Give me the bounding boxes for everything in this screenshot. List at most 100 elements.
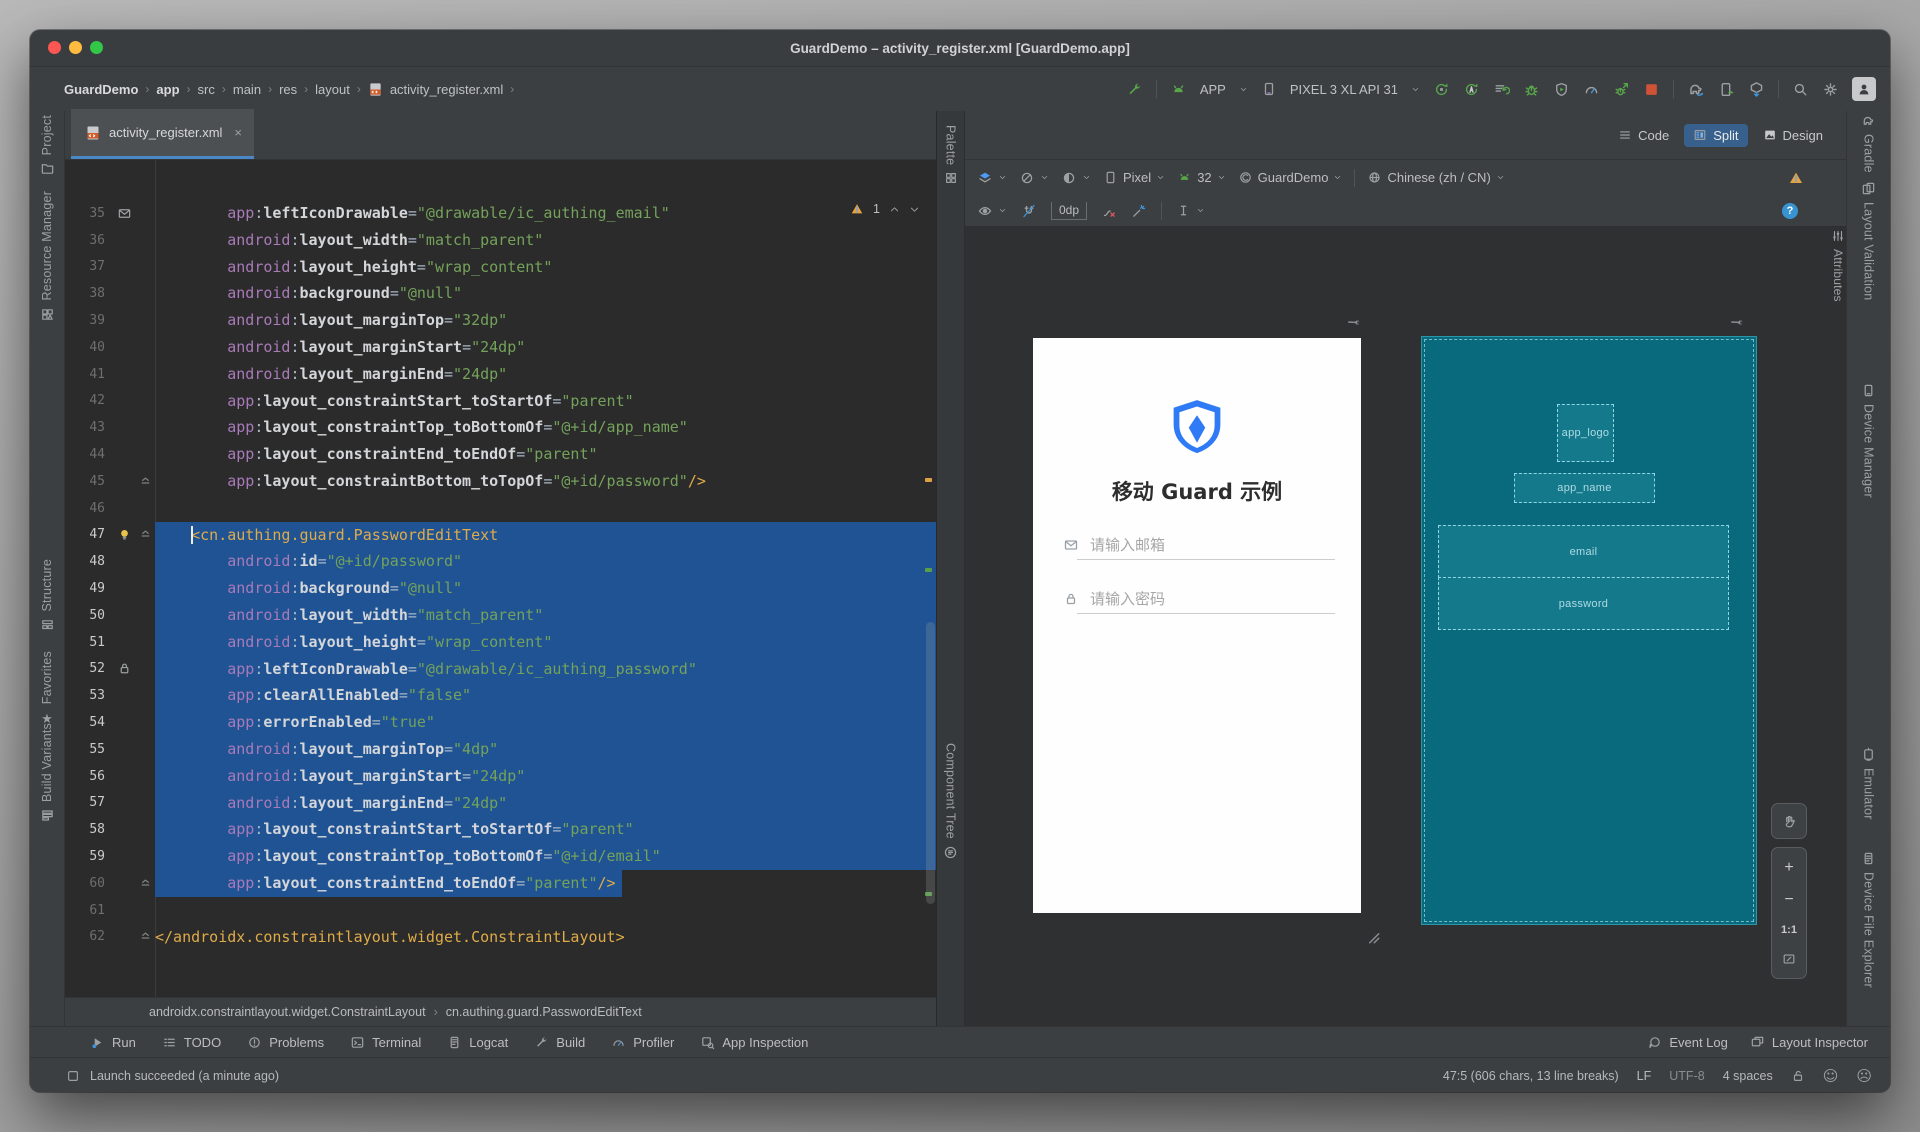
- code-line-57[interactable]: 57 android:layout_marginEnd="24dp": [65, 790, 936, 817]
- code-line-39[interactable]: 39 android:layout_marginTop="32dp": [65, 307, 936, 334]
- code-line-43[interactable]: 43 app:layout_constraintTop_toBottomOf="…: [65, 414, 936, 441]
- zoom-to-fit-icon[interactable]: [1782, 952, 1796, 966]
- code-line-44[interactable]: 44 app:layout_constraintEnd_toEndOf="par…: [65, 441, 936, 468]
- code-line-56[interactable]: 56 android:layout_marginStart="24dp": [65, 763, 936, 790]
- mode-design[interactable]: Design: [1754, 124, 1832, 147]
- breadcrumb-item[interactable]: main: [233, 82, 261, 97]
- toolwindow-problems[interactable]: Problems: [247, 1035, 324, 1050]
- settings-gear-icon[interactable]: [1822, 81, 1839, 98]
- profile-app-button-icon[interactable]: [1613, 81, 1630, 98]
- device-manager-button-icon[interactable]: [1718, 81, 1735, 98]
- blueprint-app-logo[interactable]: app_logo: [1557, 404, 1614, 462]
- component-tree-tab[interactable]: Component Tree: [937, 743, 964, 860]
- run-configuration-select[interactable]: APP: [1200, 82, 1226, 97]
- orientation-select[interactable]: [1019, 170, 1049, 186]
- debug-button-icon[interactable]: [1523, 81, 1540, 98]
- unlock-icon[interactable]: [1791, 1069, 1805, 1083]
- surface-select[interactable]: [977, 170, 1007, 186]
- status-message[interactable]: Launch succeeded (a minute ago): [90, 1069, 279, 1083]
- breadcrumb-item[interactable]: activity_register.xml: [390, 82, 503, 97]
- code-line-47[interactable]: 47 <cn.authing.guard.PasswordEditText: [65, 522, 936, 549]
- preview-email-field[interactable]: 请输入邮箱: [1063, 534, 1335, 555]
- code-line-41[interactable]: 41 android:layout_marginEnd="24dp": [65, 361, 936, 388]
- code-line-52[interactable]: 52 app:leftIconDrawable="@drawable/ic_au…: [65, 656, 936, 683]
- tab-activity-register-xml[interactable]: activity_register.xml ×: [71, 109, 254, 159]
- code-line-62[interactable]: 62</androidx.constraintlayout.widget.Con…: [65, 924, 936, 951]
- lock-gutter-icon[interactable]: [113, 661, 135, 676]
- inspection-widget[interactable]: 1: [850, 202, 920, 216]
- sidebar-item-resource-manager[interactable]: Resource Manager: [30, 191, 64, 322]
- user-avatar[interactable]: [1852, 77, 1876, 101]
- clear-constraints-icon[interactable]: [1101, 203, 1117, 219]
- locale-select[interactable]: Chinese (zh / CN): [1367, 170, 1504, 185]
- apply-changes-button-icon[interactable]: [1463, 81, 1480, 98]
- code-line-48[interactable]: 48 android:id="@+id/password": [65, 548, 936, 575]
- warning-stripe-mark[interactable]: [925, 478, 932, 482]
- resize-handle-icon[interactable]: [1363, 927, 1381, 945]
- attach-profiler-button-icon[interactable]: [1553, 81, 1570, 98]
- code-line-60[interactable]: 60 app:layout_constraintEnd_toEndOf="par…: [65, 870, 936, 897]
- zoom-in-button[interactable]: +: [1784, 860, 1793, 876]
- sidebar-item-emulator[interactable]: Emulator: [1847, 747, 1890, 820]
- breadcrumb-item[interactable]: layout: [315, 82, 350, 97]
- zoom-out-button[interactable]: −: [1784, 892, 1793, 908]
- sidebar-item-device-file-explorer[interactable]: Device File Explorer: [1847, 851, 1890, 988]
- chevron-down-icon[interactable]: [1239, 85, 1248, 94]
- toolwindow-todo[interactable]: TODO: [162, 1035, 221, 1050]
- code-line-59[interactable]: 59 app:layout_constraintTop_toBottomOf="…: [65, 843, 936, 870]
- preview-password-field[interactable]: 请输入密码: [1063, 588, 1335, 609]
- happy-face-icon[interactable]: ☺: [1823, 1067, 1839, 1085]
- toolwindow-layout-inspector[interactable]: Layout Inspector: [1750, 1035, 1868, 1050]
- view-options-select[interactable]: [977, 203, 1007, 219]
- theme-select[interactable]: GuardDemo: [1238, 170, 1343, 185]
- api-level-select[interactable]: 32: [1177, 170, 1225, 185]
- toolwindow-run[interactable]: Run: [90, 1035, 136, 1050]
- mode-code[interactable]: Code: [1609, 124, 1678, 147]
- code-line-58[interactable]: 58 app:layout_constraintStart_toStartOf=…: [65, 816, 936, 843]
- editor-scrollbar[interactable]: [926, 622, 935, 904]
- sidebar-item-device-manager[interactable]: Device Manager: [1847, 383, 1890, 498]
- blueprint-surface[interactable]: app_logo app_name email password: [1421, 336, 1757, 925]
- stop-button-icon[interactable]: [1643, 81, 1660, 98]
- line-ending[interactable]: LF: [1637, 1069, 1652, 1083]
- sidebar-item-gradle[interactable]: Gradle: [1847, 113, 1890, 173]
- fold-marker-icon[interactable]: [135, 527, 155, 542]
- sidebar-item-favorites[interactable]: Favorites★: [30, 651, 64, 728]
- breadcrumb-item[interactable]: app: [156, 82, 179, 97]
- toolwindow-profiler[interactable]: Profiler: [611, 1035, 674, 1050]
- profiler-button-icon[interactable]: [1583, 81, 1600, 98]
- pan-tool-button[interactable]: [1771, 803, 1807, 839]
- code-line-50[interactable]: 50 android:layout_width="match_parent": [65, 602, 936, 629]
- mode-split[interactable]: Split: [1684, 124, 1747, 147]
- code-line-35[interactable]: 35 app:leftIconDrawable="@drawable/ic_au…: [65, 200, 936, 227]
- design-preview-phone[interactable]: 移动 Guard 示例 请输入邮箱 请输入密码: [1033, 338, 1361, 913]
- zoom-100-button[interactable]: 1:1: [1781, 924, 1797, 936]
- code-line-53[interactable]: 53 app:clearAllEnabled="false": [65, 682, 936, 709]
- fold-marker-icon[interactable]: [135, 876, 155, 891]
- help-icon[interactable]: ?: [1782, 203, 1798, 219]
- toolwindow-logcat[interactable]: Logcat: [447, 1035, 508, 1050]
- toolwindow-event-log[interactable]: Event Log: [1647, 1035, 1728, 1050]
- code-line-42[interactable]: 42 app:layout_constraintStart_toStartOf=…: [65, 388, 936, 415]
- code-line-61[interactable]: 61: [65, 897, 936, 924]
- design-canvas[interactable]: 移动 Guard 示例 请输入邮箱 请输入密码 app_logo app: [965, 227, 1846, 1026]
- file-encoding[interactable]: UTF-8: [1669, 1069, 1704, 1083]
- bulb-gutter-icon[interactable]: [113, 527, 135, 542]
- gradle-sync-button-icon[interactable]: [1687, 80, 1705, 98]
- pack-align-select[interactable]: [1176, 203, 1205, 218]
- code-line-36[interactable]: 36 android:layout_width="match_parent": [65, 227, 936, 254]
- caret-position[interactable]: 47:5 (606 chars, 13 line breaks): [1443, 1069, 1619, 1083]
- sidebar-item-layout-validation[interactable]: Layout Validation: [1847, 181, 1890, 300]
- night-mode-select[interactable]: [1061, 170, 1091, 186]
- close-tab-icon[interactable]: ×: [234, 125, 242, 140]
- apply-code-changes-button-icon[interactable]: [1493, 81, 1510, 98]
- breadcrumb-item[interactable]: src: [198, 82, 215, 97]
- breadcrumb-passwordedittext[interactable]: cn.authing.guard.PasswordEditText: [446, 1005, 642, 1019]
- palette-tab[interactable]: Palette: [937, 125, 964, 185]
- breadcrumb-constraintlayout[interactable]: androidx.constraintlayout.widget.Constra…: [149, 1005, 426, 1019]
- prev-issue-chevron-icon[interactable]: [889, 204, 900, 215]
- code-line-54[interactable]: 54 app:errorEnabled="true": [65, 709, 936, 736]
- code-line-51[interactable]: 51 android:layout_height="wrap_content": [65, 629, 936, 656]
- chevron-down-icon[interactable]: [1411, 85, 1420, 94]
- fold-marker-icon[interactable]: [135, 929, 155, 944]
